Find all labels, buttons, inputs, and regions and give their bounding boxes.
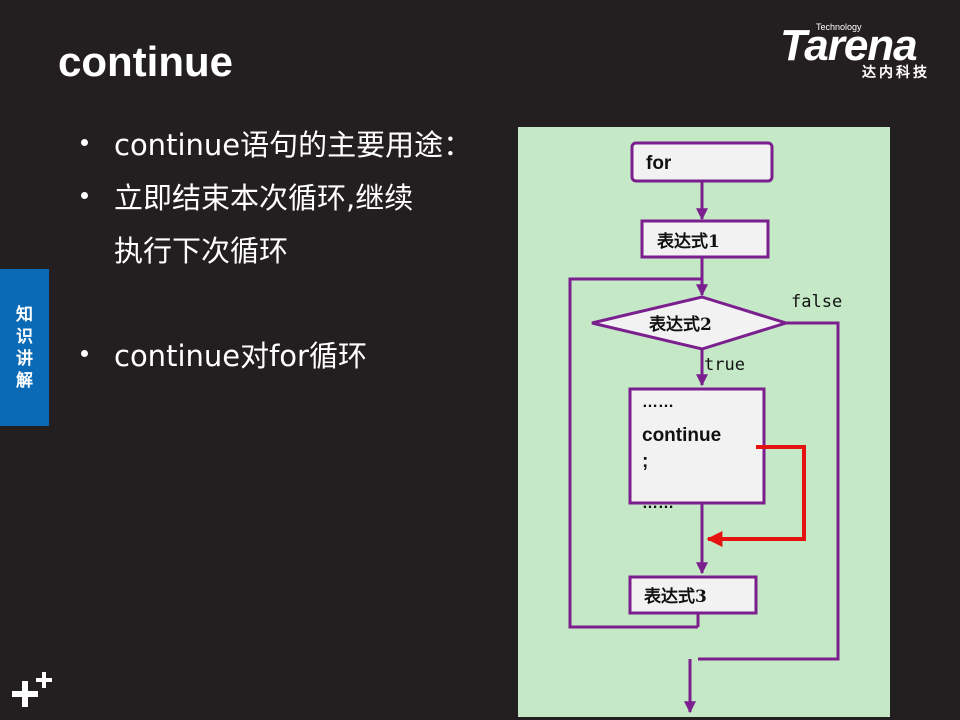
for-label: for xyxy=(646,153,672,174)
bullet-text: continue对for循环 xyxy=(114,339,367,373)
slide-title: continue xyxy=(58,38,233,85)
bullet-dot xyxy=(81,192,88,199)
logo-subtitle: Technology xyxy=(816,22,862,32)
logo-chinese: 达内科技 xyxy=(862,65,930,81)
semicolon: ; xyxy=(642,451,648,472)
section-tab-char: 知 xyxy=(16,304,33,325)
expr3-label: 表达式3 xyxy=(644,586,707,607)
flowchart-svg: for 表达式1 表达式2 false true …… continue ; …… xyxy=(568,141,842,714)
false-label: false xyxy=(791,292,842,312)
section-tab-char: 讲 xyxy=(16,348,33,369)
bullet-dot xyxy=(81,350,88,357)
bullet-dot xyxy=(81,139,88,146)
true-label: true xyxy=(704,355,745,375)
section-tab-char: 解 xyxy=(16,370,33,391)
expr2-label: 表达式2 xyxy=(649,314,712,335)
bullet-text: 立即结束本次循环,继续 xyxy=(114,181,414,215)
plus-icon xyxy=(12,672,52,707)
body-ellipsis-bottom: …… xyxy=(642,495,674,512)
bullet-text: continue语句的主要用途： xyxy=(114,128,473,162)
flowchart-panel: for 表达式1 表达式2 false true …… continue ; …… xyxy=(518,127,890,717)
continue-statement: continue xyxy=(642,425,721,446)
bullet-text-continuation: 执行下次循环 xyxy=(114,234,289,268)
expr1-label: 表达式1 xyxy=(657,231,720,252)
tarena-logo: Tarena Technology 达内科技 xyxy=(780,22,950,84)
section-tab-char: 识 xyxy=(16,326,33,347)
section-tab: 知 识 讲 解 xyxy=(0,269,49,426)
body-ellipsis-top: …… xyxy=(642,394,674,411)
